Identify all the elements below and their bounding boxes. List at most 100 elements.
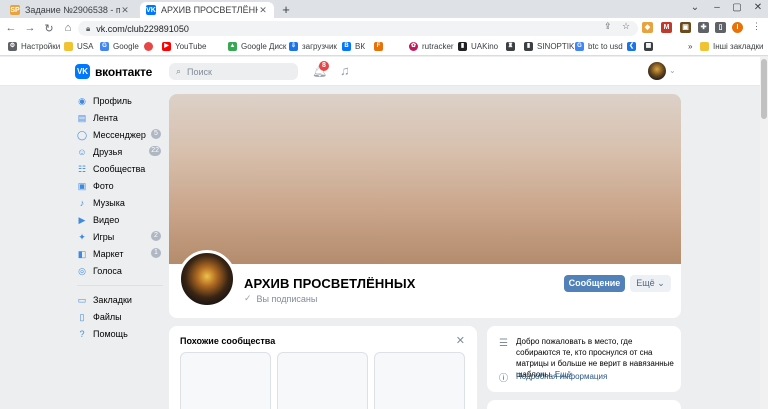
description-icon: ☰ — [499, 338, 508, 349]
sidebar-item-messenger[interactable]: ◯ Мессенджер 5 — [77, 126, 163, 143]
count-badge: 5 — [151, 129, 161, 139]
sidebar-item-label: Сообщества — [93, 163, 146, 174]
close-window-button[interactable]: ✕ — [749, 2, 767, 13]
bookmark-item[interactable]: ▮ SINOPTIK — [524, 42, 574, 51]
profile-avatar-icon[interactable]: I — [732, 22, 743, 33]
sidebar-item-votes[interactable]: ◎ Голоса — [77, 262, 163, 279]
minimize-button[interactable]: – — [708, 2, 726, 13]
sidepanel-icon[interactable]: ▯ — [715, 22, 726, 33]
sidebar-item-profile[interactable]: ◉ Профиль — [77, 92, 163, 109]
count-badge: 22 — [149, 146, 161, 156]
bookmark-item[interactable]: ♜ — [506, 42, 519, 51]
address-bar[interactable]: 🔒︎ vk.com/club229891050 — [78, 21, 638, 36]
sidebar-item-games[interactable]: ✦ Игры 2 — [77, 228, 163, 245]
bookmark-item[interactable] — [144, 42, 157, 51]
bookmark-label: UAKino — [471, 42, 499, 51]
vk-logo[interactable]: VK вконтакте — [75, 64, 152, 79]
home-icon[interactable]: ⌂ — [60, 22, 76, 34]
new-tab-button[interactable]: + — [279, 3, 293, 17]
sidebar-item-label: Голоса — [93, 265, 122, 276]
other-bookmarks[interactable]: Інші закладки — [700, 42, 764, 51]
close-tab-icon[interactable]: ✕ — [258, 5, 268, 16]
uakino-icon: ▮ — [458, 42, 467, 51]
bookmark-item[interactable]: B ВК — [342, 42, 365, 51]
sidebar-item-label: Музыка — [93, 197, 125, 208]
drive-icon: ▲ — [228, 42, 237, 51]
url-text: vk.com/club229891050 — [96, 23, 189, 34]
bookmark-item[interactable]: ▮ UAKino — [458, 42, 498, 51]
sidebar-item-feed[interactable]: ▤ Лента — [77, 109, 163, 126]
messenger-icon: ◯ — [77, 129, 88, 140]
subscription-status[interactable]: ✓ Вы подписаны — [244, 293, 317, 304]
bookmark-label: Інші закладки — [713, 42, 764, 51]
sidebar-item-label: Лента — [93, 112, 118, 123]
similar-community-tile[interactable] — [277, 352, 368, 409]
rutracker-icon: ✿ — [409, 42, 418, 51]
sidebar-item-video[interactable]: ▶ Видео — [77, 211, 163, 228]
more-button-label: Ещё — [636, 278, 655, 288]
sidebar-item-photo[interactable]: ▣ Фото — [77, 177, 163, 194]
bookmark-item[interactable]: ⚙ Настройки — [8, 42, 60, 51]
browser-tab-vk[interactable]: VK АРХИВ ПРОСВЕТЛЁННЫХ ✕ — [140, 2, 274, 18]
bookmark-item[interactable]: ✿ rutracker — [409, 42, 454, 51]
bookmark-item[interactable]: ▦ — [644, 42, 657, 51]
chevron-down-icon[interactable]: ⌄ — [669, 66, 676, 75]
similar-community-tile[interactable] — [374, 352, 465, 409]
avatar[interactable] — [648, 62, 666, 80]
bookmark-item[interactable]: ⇩ загрузчик — [289, 42, 337, 51]
browser-tab-task[interactable]: SP Задание №2906538 - просмотр ✕ — [4, 2, 136, 18]
profile-icon: ◉ — [78, 95, 86, 106]
star-icon[interactable]: ☆ — [622, 21, 630, 32]
folder-icon — [700, 42, 709, 51]
music-icon[interactable]: ♫ — [340, 63, 350, 78]
bookmark-item[interactable]: ▲ Google Диск — [228, 42, 286, 51]
sidebar-item-communities[interactable]: ☷ Сообщества — [77, 160, 163, 177]
extension-icon[interactable]: M — [661, 22, 672, 33]
red-circle-icon — [144, 42, 153, 51]
share-icon[interactable]: ⇪ — [604, 21, 612, 32]
orange-icon: F — [374, 42, 383, 51]
more-bookmarks-icon[interactable]: » — [688, 42, 692, 51]
menu-dots-icon[interactable]: ⋮ — [752, 21, 761, 32]
sidebar-item-friends[interactable]: ☺ Друзья 22 — [77, 143, 163, 160]
count-badge: 2 — [151, 231, 161, 241]
extension-icon[interactable]: ▣ — [680, 22, 691, 33]
sidebar-item-files[interactable]: ▯ Файлы — [77, 308, 163, 325]
scrollbar-thumb[interactable] — [761, 59, 767, 119]
group-name: АРХИВ ПРОСВЕТЛЁННЫХ — [244, 276, 416, 291]
sidebar-item-music[interactable]: ♪ Музыка — [77, 194, 163, 211]
reload-icon[interactable]: ↻ — [41, 22, 57, 35]
notifications-badge: 8 — [319, 61, 329, 71]
page-scrollbar[interactable] — [760, 57, 768, 409]
search-input[interactable]: ⌕ Поиск — [169, 63, 298, 80]
bookmark-icon: ▭ — [77, 294, 87, 305]
puzzle-icon[interactable]: ✚ — [698, 22, 709, 33]
bookmark-item[interactable]: F — [374, 42, 387, 51]
more-button[interactable]: Ещё ⌄ — [630, 275, 671, 292]
detailed-info-link[interactable]: Подробная информация — [516, 372, 607, 381]
bookmark-item[interactable]: ❮ — [627, 42, 640, 51]
sidebar-item-market[interactable]: ◧ Маркет 1 — [77, 245, 163, 262]
maximize-button[interactable]: ▢ — [728, 2, 746, 13]
bookmark-item[interactable]: G Google — [100, 42, 139, 51]
forward-icon[interactable]: → — [22, 22, 38, 34]
close-icon[interactable]: ✕ — [456, 334, 465, 347]
sidebar-item-help[interactable]: ? Помощь — [77, 325, 163, 342]
tab-title: АРХИВ ПРОСВЕТЛЁННЫХ — [161, 5, 258, 15]
bookmark-item[interactable]: ▶ YouTube — [162, 42, 206, 51]
back-icon[interactable]: ← — [3, 22, 19, 34]
similar-community-tile[interactable] — [180, 352, 271, 409]
bookmark-item[interactable]: USA — [64, 42, 93, 51]
sidebar-item-label: Закладки — [93, 294, 132, 305]
bookmark-item[interactable]: Gbtc to usd — [575, 42, 623, 51]
extension-icon[interactable]: ◆ — [642, 22, 653, 33]
close-tab-icon[interactable]: ✕ — [120, 5, 130, 16]
tab-search-icon[interactable]: ⌄ — [686, 2, 704, 13]
vk-header: VK вконтакте ⌕ Поиск 🔔︎ 8 ♫ ⌄ — [0, 57, 768, 86]
sidebar-item-bookmarks[interactable]: ▭ Закладки — [77, 291, 163, 308]
files-icon: ▯ — [79, 311, 85, 322]
bookmark-label: Google — [113, 42, 139, 51]
message-button[interactable]: Сообщение — [564, 275, 625, 292]
group-avatar[interactable] — [178, 250, 236, 308]
bookmark-label: Настройки — [21, 42, 61, 51]
